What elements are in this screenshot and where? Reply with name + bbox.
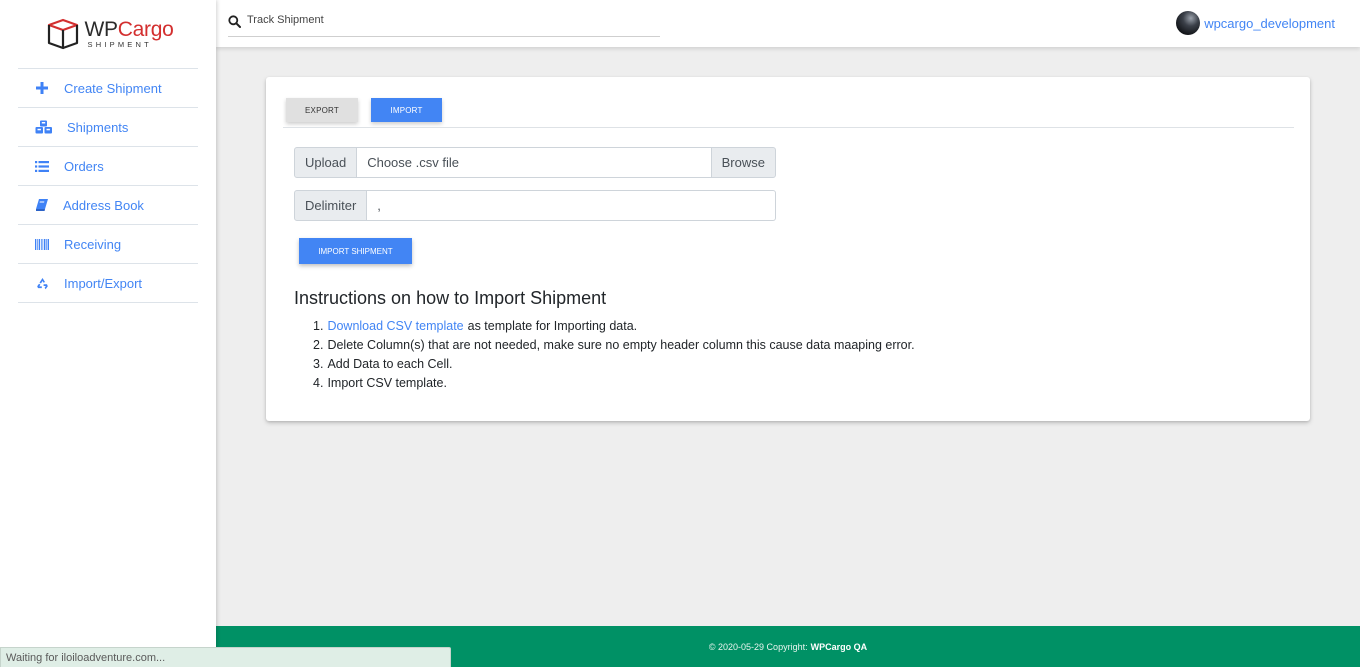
- download-csv-template-link[interactable]: Download CSV template: [327, 317, 463, 336]
- instructions-title: Instructions on how to Import Shipment: [294, 288, 607, 308]
- sidebar-item-address-book[interactable]: Address Book: [18, 186, 198, 225]
- tab-bar: EXPORT IMPORT: [286, 98, 442, 122]
- step-number: 1.: [313, 319, 324, 333]
- recycle-icon: [34, 275, 50, 291]
- top-bar: wpcargo_development: [216, 0, 1360, 47]
- copyright-owner-link[interactable]: WPCargo QA: [811, 642, 868, 652]
- sidebar-item-label: Orders: [64, 158, 104, 174]
- divider: [283, 127, 1294, 128]
- sidebar-item-label: Create Shipment: [64, 80, 162, 96]
- cubes-icon: [34, 119, 53, 135]
- username: wpcargo_development: [1204, 15, 1335, 31]
- sidebar-item-label: Import/Export: [64, 275, 143, 291]
- user-menu[interactable]: wpcargo_development: [1176, 11, 1335, 35]
- sidebar-item-receiving[interactable]: Receiving: [18, 225, 198, 264]
- sidebar-item-shipments[interactable]: Shipments: [18, 108, 198, 147]
- sidebar-item-label: Shipments: [67, 119, 129, 135]
- upload-label: Upload: [294, 147, 358, 178]
- delimiter-input[interactable]: ,: [367, 190, 776, 221]
- brand-name-wp: WP: [84, 18, 119, 42]
- sidebar: WPCargo SHIPMENT Create Shipment Shipmen…: [0, 0, 216, 667]
- csv-file-input[interactable]: Choose .csv file: [357, 147, 712, 178]
- tab-import[interactable]: IMPORT: [371, 98, 442, 122]
- step-text: Add Data to each Cell.: [327, 357, 453, 371]
- copyright-text: © 2020-05-29 Copyright:: [708, 641, 808, 652]
- upload-group: Upload Choose .csv file Browse: [294, 147, 776, 178]
- search-input[interactable]: [247, 13, 647, 26]
- sidebar-item-import-export[interactable]: Import/Export: [18, 264, 198, 303]
- list-item: 4. Import CSV template.: [313, 374, 915, 393]
- list-item: 1. Download CSV template as template for…: [313, 317, 915, 336]
- delimiter-group: Delimiter ,: [294, 190, 776, 221]
- step-text: Import CSV template.: [327, 376, 447, 390]
- tab-export[interactable]: EXPORT: [286, 98, 358, 122]
- sidebar-nav: Create Shipment Shipments Orders Address…: [18, 68, 198, 303]
- list-item: 3. Add Data to each Cell.: [313, 355, 915, 374]
- plus-icon: [34, 80, 50, 96]
- search-icon[interactable]: [228, 15, 242, 29]
- box-logo-icon: [47, 18, 78, 50]
- import-export-card: EXPORT IMPORT Upload Choose .csv file Br…: [266, 77, 1310, 421]
- delimiter-label: Delimiter: [294, 190, 368, 221]
- import-shipment-button[interactable]: IMPORT SHIPMENT: [299, 238, 412, 264]
- book-icon: [34, 197, 50, 213]
- list-item: 2. Delete Column(s) that are not needed,…: [313, 336, 915, 355]
- list-icon: [34, 158, 50, 174]
- step-number: 4.: [313, 376, 324, 390]
- browse-button[interactable]: Browse: [710, 147, 776, 178]
- sidebar-item-label: Address Book: [63, 197, 144, 213]
- step-text: Delete Column(s) that are not needed, ma…: [327, 338, 915, 352]
- browser-status-bar: Waiting for iloiloadventure.com...: [0, 647, 451, 667]
- instructions-list: 1. Download CSV template as template for…: [313, 317, 915, 393]
- sidebar-item-label: Receiving: [64, 236, 122, 252]
- brand-subtitle: SHIPMENT: [87, 40, 152, 50]
- barcode-icon: [34, 236, 50, 252]
- track-shipment-search: [228, 13, 660, 37]
- sidebar-item-create-shipment[interactable]: Create Shipment: [18, 69, 198, 108]
- brand-name-cargo: Cargo: [117, 18, 174, 42]
- brand-logo[interactable]: WPCargo SHIPMENT: [0, 0, 216, 68]
- step-number: 3.: [313, 357, 324, 371]
- avatar: [1176, 11, 1201, 35]
- step-number: 2.: [313, 338, 324, 352]
- sidebar-item-orders[interactable]: Orders: [18, 147, 198, 186]
- step-text: as template for Importing data.: [467, 319, 638, 333]
